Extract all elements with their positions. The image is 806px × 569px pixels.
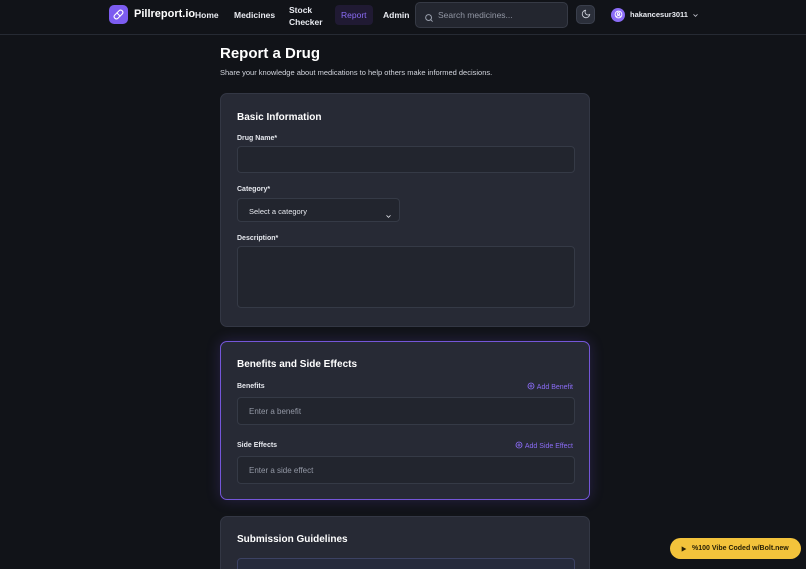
category-select[interactable]: Select a category <box>237 198 400 222</box>
description-textarea[interactable] <box>237 246 575 308</box>
add-benefit-label: Add Benefit <box>536 383 573 391</box>
chevron-down-icon <box>385 207 392 225</box>
chevron-down-icon <box>692 6 699 24</box>
bolt-badge[interactable]: %100 Vibe Coded w/Bolt.new <box>670 538 801 559</box>
username: hakancesur3011 <box>630 10 688 19</box>
top-navigation-bar: Pillreport.io Home Medicines Stock Check… <box>0 0 806 35</box>
side-effect-input[interactable] <box>237 456 575 484</box>
nav-stock-checker[interactable]: Stock Checker <box>289 4 329 28</box>
page-subtitle: Share your knowledge about medications t… <box>220 68 493 77</box>
theme-toggle-button[interactable] <box>576 5 595 24</box>
benefits-side-effects-card: Benefits and Side Effects Benefits Add B… <box>220 341 590 500</box>
category-selected-value: Select a category <box>249 207 307 216</box>
search-box[interactable] <box>415 2 568 28</box>
benefits-label: Benefits <box>237 383 265 390</box>
submission-guidelines-card: Submission Guidelines <box>220 516 590 569</box>
bolt-icon <box>680 540 688 558</box>
page-title: Report a Drug <box>220 45 321 62</box>
add-side-effect-button[interactable]: Add Side Effect <box>515 441 573 451</box>
search-input[interactable] <box>438 3 566 27</box>
plus-circle-icon <box>527 382 537 392</box>
nav-medicines[interactable]: Medicines <box>234 10 275 20</box>
add-benefit-button[interactable]: Add Benefit <box>527 382 573 392</box>
user-menu[interactable]: hakancesur3011 <box>611 7 699 22</box>
benefit-input[interactable] <box>237 397 575 425</box>
pill-icon[interactable] <box>109 5 128 24</box>
badge-text: %100 Vibe Coded w/Bolt.new <box>692 545 789 552</box>
category-label: Category* <box>237 186 271 193</box>
moon-icon <box>581 6 591 24</box>
brand-name[interactable]: Pillreport.io <box>134 8 195 20</box>
side-effects-label: Side Effects <box>237 442 278 449</box>
user-icon <box>611 7 625 22</box>
drug-name-input[interactable] <box>237 146 575 173</box>
guideline-notice <box>237 558 575 569</box>
search-icon <box>424 10 434 28</box>
section-title: Benefits and Side Effects <box>237 359 358 370</box>
nav-admin[interactable]: Admin <box>383 10 409 20</box>
plus-circle-icon <box>515 441 525 451</box>
nav-home[interactable]: Home <box>195 10 219 20</box>
basic-information-card: Basic Information Drug Name* Category* S… <box>220 93 590 327</box>
nav-report[interactable]: Report <box>335 5 373 25</box>
section-title: Submission Guidelines <box>237 534 348 545</box>
section-title: Basic Information <box>237 112 322 123</box>
description-label: Description* <box>237 235 279 242</box>
drug-name-label: Drug Name* <box>237 135 278 142</box>
add-side-effect-label: Add Side Effect <box>524 442 573 450</box>
